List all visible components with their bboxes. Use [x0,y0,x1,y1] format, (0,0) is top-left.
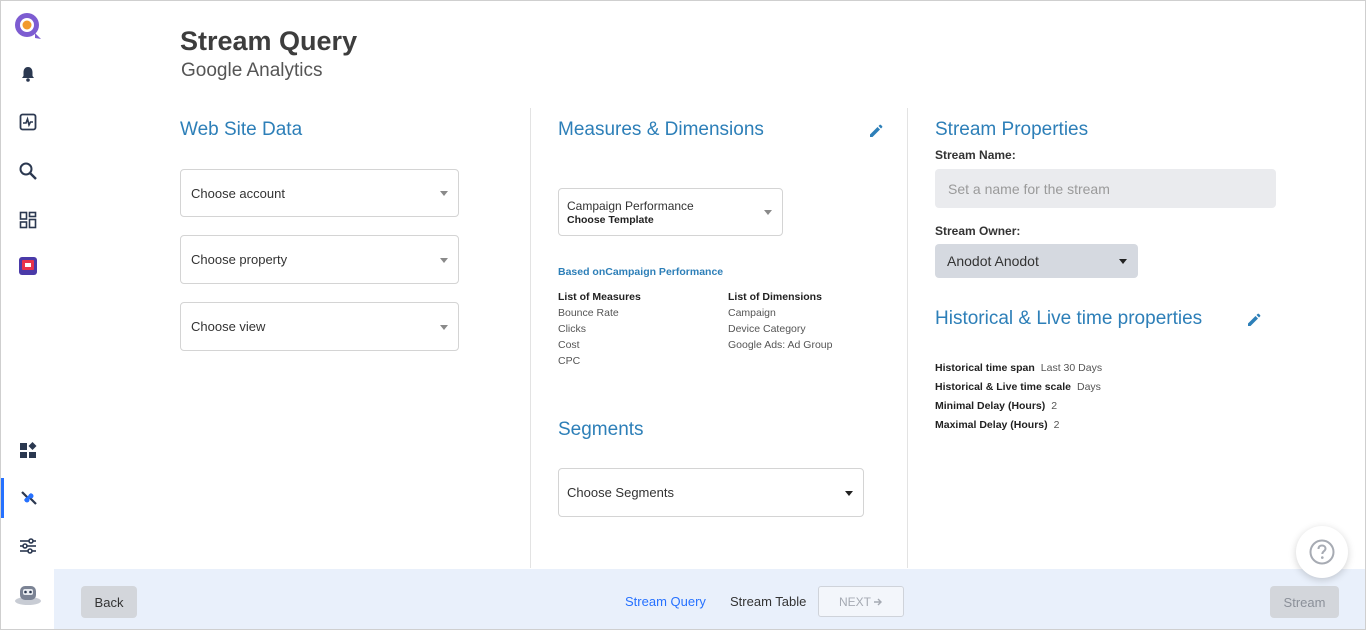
widgets-icon [19,442,36,458]
time-property-row: Historical time span Last 30 Days [935,362,1102,374]
dashboard-grid-icon [19,211,36,229]
sidebar-item-home[interactable] [1,6,54,46]
next-button-label: NEXT [838,594,871,609]
stream-properties-title: Stream Properties [935,119,1089,140]
sidebar-item-alerts[interactable] [1,54,54,94]
chevron-down-icon [440,191,448,196]
stream-name-label: Stream Name: [935,148,1016,162]
sidebar-item-search[interactable] [1,151,54,191]
time-property-label: Minimal Delay (Hours) [935,400,1046,412]
chevron-down-icon [764,210,772,215]
template-select-value: Campaign Performance [567,199,694,213]
stream-owner-select[interactable]: Anodot Anodot [935,244,1138,278]
time-property-value: Last 30 Days [1040,362,1103,374]
sidebar-item-tv[interactable] [1,246,54,286]
dimension-item: Google Ads: Ad Group [728,339,833,351]
dimension-item: Campaign [728,307,776,319]
help-button[interactable] [1296,526,1348,578]
footer-bar [54,569,1365,629]
based-on-text: Based onCampaign Performance [558,266,724,278]
time-property-row: Minimal Delay (Hours) 2 [935,400,1057,412]
stream-name-input[interactable] [935,169,1276,208]
measure-item: CPC [558,355,581,367]
stream-owner-value: Anodot Anodot [947,253,1039,269]
sidebar-item-metrics[interactable] [1,102,54,142]
segments-select-label: Choose Segments [567,485,674,500]
edit-time-properties-pencil-icon[interactable] [1247,313,1261,327]
measures-list-header: List of Measures [558,291,641,303]
time-property-value: 2 [1053,419,1060,431]
time-property-value: 2 [1051,400,1058,412]
user-avatar-icon [14,586,41,605]
sidebar [1,1,54,629]
sidebar-item-integrations[interactable] [1,478,54,518]
measures-dimensions-title: Measures & Dimensions [558,119,764,140]
time-properties-title: Historical & Live time properties [935,308,1203,329]
time-property-row: Maximal Delay (Hours) 2 [935,419,1059,431]
column-divider [530,108,531,568]
time-property-value: Days [1076,381,1101,393]
view-select[interactable]: Choose view [180,302,459,351]
settings-sliders-icon [19,538,36,554]
page-subtitle: Google Analytics [181,60,323,81]
step-stream-table[interactable]: Stream Table [730,594,806,609]
step-stream-query[interactable]: Stream Query [625,594,706,609]
chevron-down-icon [440,257,448,263]
back-button[interactable]: Back [81,586,137,618]
stream-owner-label: Stream Owner: [935,224,1021,238]
account-select[interactable]: Choose account [180,169,459,217]
account-select-label: Choose account [191,185,285,201]
search-icon [19,162,37,180]
property-select-label: Choose property [191,252,288,267]
template-select-label: Choose Template [567,214,654,226]
chevron-down-icon [1119,259,1127,264]
sidebar-item-widgets[interactable] [1,430,54,470]
help-question-icon [1309,539,1335,565]
bell-icon [21,67,34,82]
time-property-label: Historical time span [935,362,1035,374]
integrations-icon [21,491,37,505]
segments-select[interactable]: Choose Segments [558,468,864,517]
tv-app-icon [18,257,37,275]
template-select[interactable]: Campaign Performance Choose Template [558,188,783,236]
measure-item: Bounce Rate [558,307,619,319]
chevron-down-icon [845,490,853,496]
column-divider [907,108,908,568]
sidebar-item-profile[interactable] [1,573,54,613]
sidebar-item-dashboards[interactable] [1,200,54,240]
dimensions-list-header: List of Dimensions [728,291,822,303]
time-property-label: Historical & Live time scale [935,381,1071,393]
property-select[interactable]: Choose property [180,235,459,284]
measure-item: Cost [558,339,580,351]
time-property-row: Historical & Live time scale Days [935,381,1101,393]
dimension-item: Device Category [728,323,806,335]
measure-item: Clicks [558,323,586,335]
time-property-label: Maximal Delay (Hours) [935,419,1048,431]
stream-button[interactable]: Stream [1270,586,1339,618]
view-select-label: Choose view [191,319,266,334]
edit-measures-pencil-icon[interactable] [869,124,883,138]
next-button[interactable]: NEXT [818,586,904,617]
arrow-right-icon [874,598,882,605]
page-title: Stream Query [180,26,358,56]
segments-title: Segments [558,419,644,440]
chevron-down-icon [440,324,448,330]
web-site-data-title: Web Site Data [180,119,303,140]
sidebar-item-settings[interactable] [1,526,54,566]
anodot-logo-icon [14,13,41,39]
activity-chart-icon [19,113,36,131]
